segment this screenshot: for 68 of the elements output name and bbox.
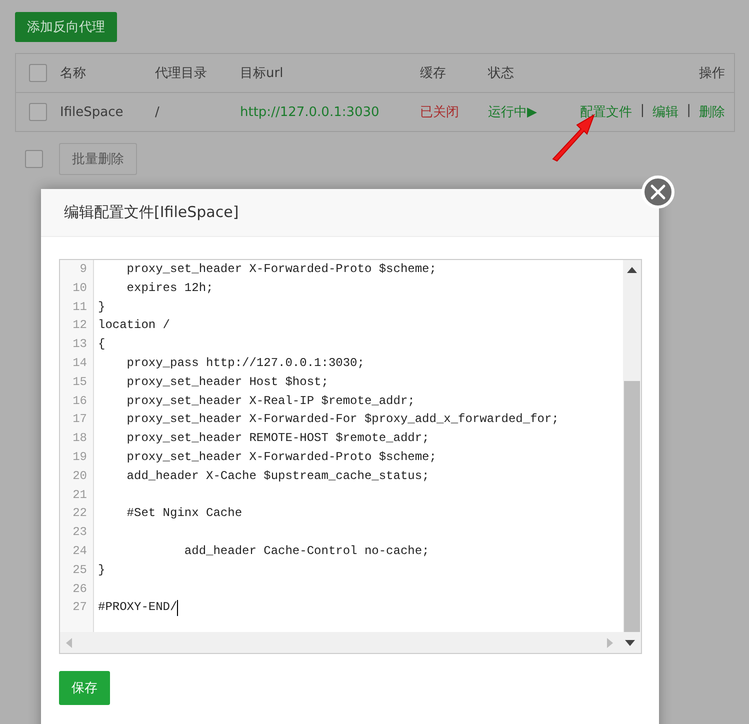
column-header: 操作 <box>698 65 726 82</box>
cache-status[interactable]: 已关闭 <box>420 103 488 121</box>
code-line: } <box>98 562 106 579</box>
code-line: add_header X-Cache $upstream_cache_status; <box>126 468 430 485</box>
column-header: 目标url <box>240 65 284 82</box>
code-line: { <box>98 336 106 354</box>
line-number: 16 <box>72 392 88 410</box>
code-line: proxy_pass http://127.0.0.1:3030; <box>126 354 364 372</box>
code-line: proxy_set_header X-Forwarded-For $proxy_add_x_forwarded_for; <box>126 411 559 428</box>
line-number: 13 <box>72 336 88 354</box>
url-link[interactable]: http://127.0.0.1:3030 <box>240 104 420 120</box>
column-header: 名称 <box>60 65 87 82</box>
line-number: 25 <box>72 562 88 579</box>
line-number: 9 <box>80 261 88 278</box>
line-number: 18 <box>72 430 88 448</box>
code-line: proxy_set_header X-Real-IP $remote_addr; <box>126 392 415 410</box>
code-line: #Set Nginx Cache <box>126 505 242 522</box>
separator: | <box>686 103 691 120</box>
add-proxy-button[interactable]: 添加反向代理 <box>15 12 117 42</box>
text-cursor <box>177 600 178 616</box>
action-link[interactable]: 配置文件 <box>580 103 632 121</box>
column-header: 缓存 <box>420 65 447 82</box>
code-line: add_header Cache-Control no-cache; <box>183 542 430 560</box>
scroll-up-icon[interactable] <box>627 267 637 273</box>
scroll-down-icon[interactable] <box>625 640 635 646</box>
dialog-title: 编辑配置文件[IfileSpace] <box>41 189 659 237</box>
code-line: proxy_set_header X-Forwarded-Proto $scheme; <box>126 448 436 466</box>
line-number: 14 <box>72 354 88 372</box>
line-number: 20 <box>72 468 88 485</box>
batch-delete-button[interactable]: 批量删除 <box>59 143 137 175</box>
separator: | <box>640 103 645 120</box>
line-number: 21 <box>72 486 88 504</box>
action-link[interactable]: 删除 <box>699 103 725 121</box>
code-line: } <box>98 298 106 316</box>
code-line: proxy_set_header X-Forwarded-Proto $scheme; <box>126 261 436 278</box>
checkbox[interactable] <box>29 64 47 82</box>
code-editor[interactable] <box>59 259 642 654</box>
table-cell-text: IfileSpace <box>60 104 124 120</box>
line-number: 27 <box>72 599 88 616</box>
column-header: 状态 <box>488 65 515 82</box>
run-status[interactable]: 运行中▶ <box>488 103 566 121</box>
scrollbar-thumb[interactable] <box>624 381 640 632</box>
code-line: #PROXY-END/ <box>98 599 178 616</box>
line-number: 24 <box>72 542 88 560</box>
code-line: proxy_set_header Host $host; <box>126 374 328 391</box>
line-number: 26 <box>72 580 88 598</box>
line-number: 22 <box>72 505 88 522</box>
line-number: 15 <box>72 374 88 391</box>
table-cell-text: / <box>155 104 160 120</box>
line-number: 12 <box>72 317 88 334</box>
code-line: expires 12h; <box>126 280 214 297</box>
save-button[interactable]: 保存 <box>59 671 110 705</box>
action-link[interactable]: 编辑 <box>652 103 679 121</box>
checkbox[interactable] <box>29 103 47 121</box>
code-line: location / <box>98 317 170 334</box>
column-header: 代理目录 <box>155 65 208 82</box>
close-icon[interactable] <box>641 175 675 209</box>
scroll-left-icon[interactable] <box>66 638 72 648</box>
vertical-scrollbar[interactable] <box>623 260 641 632</box>
line-number: 17 <box>72 411 88 428</box>
line-number: 19 <box>72 448 88 466</box>
code-line: proxy_set_header REMOTE-HOST $remote_addr; <box>126 430 430 448</box>
line-number: 11 <box>72 298 88 316</box>
horizontal-scrollbar[interactable] <box>60 632 641 653</box>
line-number: 23 <box>72 524 88 542</box>
checkbox[interactable] <box>25 150 43 168</box>
line-number: 10 <box>72 280 88 297</box>
scroll-right-icon[interactable] <box>607 638 613 648</box>
